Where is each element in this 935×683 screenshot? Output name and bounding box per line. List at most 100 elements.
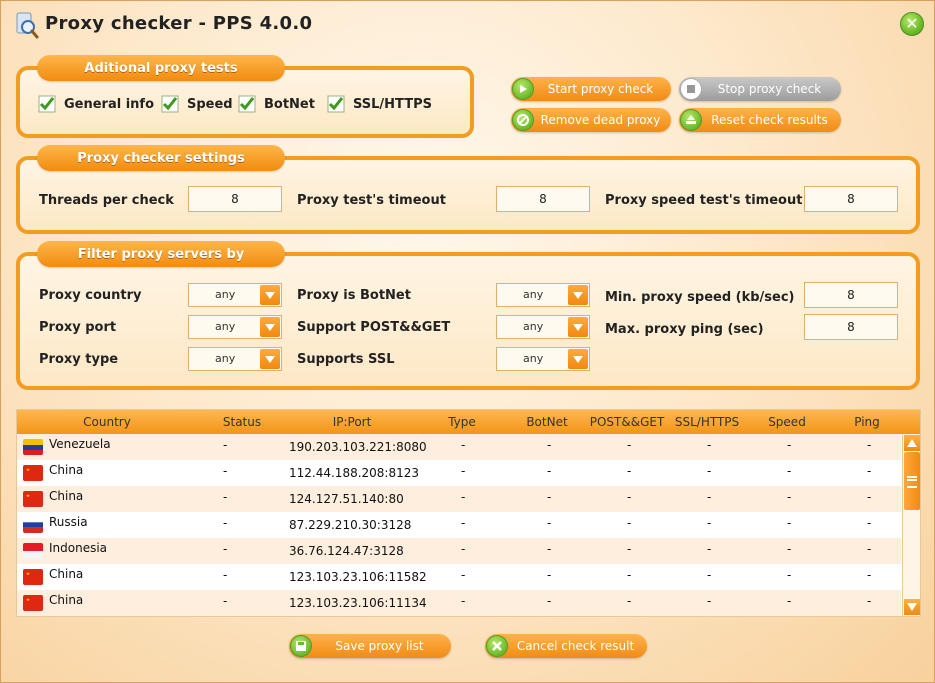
cell-ping: - [867, 464, 872, 478]
max-ping-field[interactable]: 8 [804, 314, 898, 340]
country-select-value: any [215, 288, 236, 301]
forbidden-icon [512, 109, 534, 131]
play-icon [512, 78, 534, 100]
cell-postget: - [627, 464, 632, 478]
table-row[interactable]: Indonesia - 36.76.124.47:3128 - - - - - - [17, 538, 901, 564]
cancel-check-result-label: Cancel check result [516, 639, 635, 653]
remove-dead-proxy-button[interactable]: Remove dead proxy [511, 108, 671, 132]
column-header[interactable]: Ping [854, 415, 880, 429]
cell-speed: - [787, 464, 792, 478]
cell-ip: 87.229.210.30:3128 [289, 518, 412, 532]
cell-botnet: - [547, 490, 552, 504]
cell-ip: 124.127.51.140:80 [289, 492, 404, 506]
filter-group [16, 252, 920, 390]
cell-type: - [461, 568, 466, 582]
table-row[interactable]: China - 124.127.51.140:80 - - - - - - [17, 486, 901, 512]
cell-type: - [461, 594, 466, 608]
column-header[interactable]: Status [223, 415, 261, 429]
cell-ping: - [867, 438, 872, 452]
ssl-select[interactable]: any [496, 347, 590, 371]
column-header[interactable]: POST&&GET [590, 415, 665, 429]
cell-ip: 36.76.124.47:3128 [289, 544, 404, 558]
threads-field[interactable]: 8 [188, 186, 282, 212]
reset-icon [680, 109, 702, 131]
chevron-down-icon [568, 285, 588, 305]
cell-speed: - [787, 594, 792, 608]
type-select[interactable]: any [188, 347, 282, 371]
botnet-select[interactable]: any [496, 283, 590, 307]
stop-proxy-check-button[interactable]: Stop proxy check [679, 77, 841, 101]
column-header[interactable]: IP:Port [333, 415, 372, 429]
botnet-select-value: any [523, 288, 544, 301]
table-row[interactable]: Venezuela - 190.203.103.221:8080 - - - - - - [17, 434, 901, 460]
cell-status: - [223, 516, 228, 530]
scroll-down-icon[interactable] [904, 599, 920, 615]
table-row[interactable]: China - 123.103.23.106:11134 - - - - - - [17, 590, 901, 616]
start-proxy-check-button[interactable]: Start proxy check [511, 77, 671, 101]
table-row[interactable]: China - 112.44.188.208:8123 - - - - - - [17, 460, 901, 486]
type-filter-label: Proxy type [39, 352, 119, 367]
botnet-label: BotNet [264, 96, 315, 112]
chevron-down-icon [260, 317, 280, 337]
cell-botnet: - [547, 542, 552, 556]
checkbox-general-info[interactable]: General info [38, 95, 154, 113]
china-flag-icon [23, 465, 43, 481]
remove-dead-proxy-label: Remove dead proxy [540, 113, 661, 127]
cell-ping: - [867, 490, 872, 504]
timeout-label: Proxy test's timeout [297, 193, 446, 208]
column-header[interactable]: Country [83, 415, 131, 429]
checkmark-icon [238, 95, 256, 113]
ssl-select-value: any [523, 352, 544, 365]
close-icon: ✕ [905, 14, 919, 33]
reset-check-results-label: Reset check results [711, 113, 828, 127]
column-header[interactable]: Type [448, 415, 476, 429]
cell-postget: - [627, 438, 632, 452]
type-select-value: any [215, 352, 236, 365]
cell-botnet: - [547, 438, 552, 452]
port-select-value: any [215, 320, 236, 333]
cell-speed: - [787, 490, 792, 504]
cell-status: - [223, 594, 228, 608]
scroll-thumb[interactable] [904, 452, 920, 510]
column-header[interactable]: SSL/HTTPS [675, 415, 739, 429]
chevron-down-icon [568, 349, 588, 369]
checkbox-speed[interactable]: Speed [161, 95, 233, 113]
cell-speed: - [787, 438, 792, 452]
table-row[interactable]: China - 123.103.23.106:11582 - - - - - - [17, 564, 901, 590]
cancel-check-result-button[interactable]: Cancel check result [485, 634, 647, 658]
proxy-checker-window: Proxy checker - PPS 4.0.0 ✕ Aditional pr… [0, 0, 935, 683]
cancel-icon [486, 635, 508, 657]
table-row[interactable]: Russia - 87.229.210.30:3128 - - - - - - [17, 512, 901, 538]
title-bar[interactable]: Proxy checker - PPS 4.0.0 ✕ [1, 1, 934, 45]
cell-country: Indonesia [49, 541, 108, 555]
chevron-down-icon [260, 349, 280, 369]
cell-ping: - [867, 594, 872, 608]
scroll-up-icon[interactable] [904, 435, 920, 451]
cell-ssl: - [707, 464, 712, 478]
close-button[interactable]: ✕ [900, 12, 924, 36]
vertical-scrollbar[interactable] [902, 434, 920, 616]
column-header[interactable]: Speed [768, 415, 806, 429]
column-header[interactable]: BotNet [526, 415, 567, 429]
min-speed-field[interactable]: 8 [804, 282, 898, 308]
cell-botnet: - [547, 516, 552, 530]
checkbox-ssl-https[interactable]: SSL/HTTPS [327, 95, 432, 113]
timeout-field[interactable]: 8 [496, 186, 590, 212]
checkbox-botnet[interactable]: BotNet [238, 95, 315, 113]
postget-filter-label: Support POST&&GET [297, 320, 451, 335]
reset-check-results-button[interactable]: Reset check results [679, 108, 841, 132]
ssl-filter-label: Supports SSL [297, 352, 395, 367]
speed-timeout-field[interactable]: 8 [804, 186, 898, 212]
cell-status: - [223, 568, 228, 582]
china-flag-icon [23, 491, 43, 507]
window-title: Proxy checker - PPS 4.0.0 [45, 13, 313, 34]
checker-settings-title: Proxy checker settings [37, 145, 285, 171]
save-proxy-list-button[interactable]: Save proxy list [289, 634, 451, 658]
proxy-tests-title: Aditional proxy tests [37, 55, 285, 81]
country-select[interactable]: any [188, 283, 282, 307]
cell-country: China [49, 463, 84, 477]
port-select[interactable]: any [188, 315, 282, 339]
indonesia-flag-icon [23, 543, 43, 559]
postget-select[interactable]: any [496, 315, 590, 339]
cell-speed: - [787, 542, 792, 556]
